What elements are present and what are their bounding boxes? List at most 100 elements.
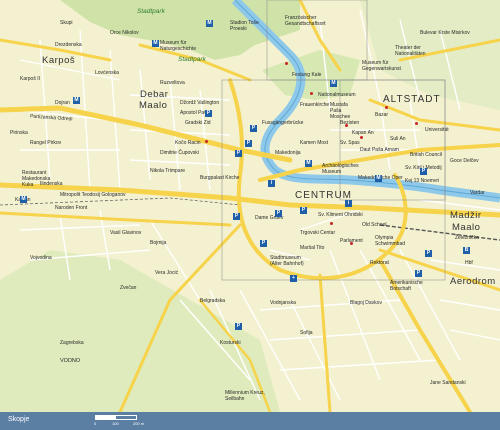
label-vodnjanska: Vodnjanska [270, 300, 296, 306]
scale-label-100: 100 [112, 421, 119, 426]
museum-icon[interactable]: M [73, 97, 80, 104]
parking-icon[interactable]: P [300, 207, 307, 214]
label-vojvodina: Vojvodina [30, 255, 52, 261]
park-label-stadtpark: Stadtpark [137, 8, 165, 15]
label-mustafa-pasa: Mustafa Paša Moschee [330, 102, 351, 120]
parking-icon[interactable]: P [275, 210, 282, 217]
district-debar-maalo: Debar [140, 89, 169, 100]
label-blagoj: Blagoj Davkov [350, 300, 382, 306]
parking-icon[interactable]: P [420, 168, 427, 175]
museum-icon[interactable]: M [375, 175, 382, 182]
label-rangelov: Rangel Pirkov [30, 140, 62, 146]
label-bezisten: Bezisten [340, 120, 360, 126]
label-jane: Jane Sandanski [430, 380, 466, 386]
label-theater: Theater der Nationalitäten [395, 45, 426, 57]
poi-marker[interactable] [345, 124, 348, 127]
label-macedonia: Makedonija [275, 150, 301, 156]
poi-marker[interactable] [205, 140, 208, 143]
label-old-school: Old School [362, 222, 387, 228]
map-title: Skopje [8, 416, 30, 423]
label-zagrebska: Zagrebska [60, 340, 84, 346]
label-buerg-kirche: Burgpalast Kirche [200, 175, 240, 181]
parking-icon[interactable]: P [245, 140, 252, 147]
bus-icon[interactable]: B [463, 247, 470, 254]
label-bulevar: Bulevar Krste Misirkov [420, 30, 470, 36]
poi-marker[interactable] [310, 92, 313, 95]
label-amerika: Amerikanische Botschaft [390, 280, 423, 292]
info-icon[interactable]: i [345, 200, 352, 207]
road-vasil [0, 211, 232, 227]
label-daut-pasa: Daut Paša Amam [360, 147, 399, 153]
label-gradski: Gradski Zid [185, 120, 211, 126]
museum-icon[interactable]: M [152, 40, 159, 47]
vodno-green [0, 250, 280, 412]
poi-marker[interactable] [330, 222, 333, 225]
label-rektorat: Rektorat [370, 260, 389, 266]
park-label-stadtpark-2: Stadtpark [178, 56, 206, 63]
label-universitaet: Universität [425, 127, 449, 133]
poi-marker[interactable] [285, 62, 288, 65]
label-vardar: Vardar [470, 190, 485, 196]
label-bazar: Bazar [375, 112, 389, 118]
parking-icon[interactable]: P [235, 150, 242, 157]
label-stadion: Stadion Toše Proeski [230, 20, 259, 32]
label-naroden-front: Naroden Front [55, 205, 88, 211]
poi-marker[interactable] [385, 106, 388, 109]
parking-icon[interactable]: P [415, 270, 422, 277]
district-vodno: VODNO [60, 358, 81, 364]
district-madzir-maalo: Madžir [450, 210, 482, 221]
label-archaeologisch: Archäologisches Museum [322, 163, 359, 175]
label-suli-an: Suli An [390, 136, 406, 142]
label-sofija: Sofija [300, 330, 313, 336]
label-karpos-ii: Karpoš II [20, 76, 41, 82]
poi-marker[interactable] [360, 136, 363, 139]
district-aerodrom: Aerodrom [450, 276, 496, 287]
label-museum-gegenwartskunst: Museum für Gegenwartskunst [362, 60, 401, 72]
museum-icon[interactable]: M [206, 20, 213, 27]
label-lovcen: Lovćenska [95, 70, 119, 76]
district-debar-maalo-2: Maalo [139, 100, 168, 111]
label-tito: Maršal Tito [300, 245, 325, 251]
label-ruzveltova: Ruzveltova [160, 80, 185, 86]
label-franz-gesandtschaft: Französischer Gesandtschaftsort [285, 15, 326, 27]
label-kamen-most: Kamen Most [300, 140, 329, 146]
parking-icon[interactable]: P [250, 125, 257, 132]
map-canvas[interactable]: Karpoš Debar Maalo ALTSTADT CENTRUM Madž… [0, 0, 500, 430]
label-zelezna: Železnička [455, 235, 479, 241]
label-nationalmuseum: Nationalmuseum [318, 92, 356, 98]
label-nikola: Nikola Trimpare [150, 168, 186, 174]
parking-icon[interactable]: P [425, 250, 432, 257]
parking-icon[interactable]: P [233, 213, 240, 220]
label-sv-spas: Sv. Spas [340, 140, 360, 146]
label-drezdenska: Drezdenska [55, 42, 82, 48]
label-olympia: Olympia Schwimmbad [375, 235, 406, 247]
label-orce: Orce Nikolov [110, 30, 139, 36]
label-dimitrie: Dimitrie Čupovski [160, 150, 199, 156]
label-vera: Vera Jocić [155, 270, 179, 276]
road-bulevar [318, 273, 332, 414]
parking-icon[interactable]: P [205, 110, 212, 117]
district-madzir-maalo-2: Maalo [452, 222, 481, 233]
scale-bar [95, 415, 137, 420]
label-pirinska: Pirinska [10, 130, 28, 136]
parking-icon[interactable]: P [260, 240, 267, 247]
info-icon[interactable]: i [268, 180, 275, 187]
label-trgovski: Trgovski Centar [300, 230, 336, 236]
scale-label-0: 0 [94, 421, 97, 426]
label-city-museum: Stadtmuseum (Alter Bahnhof) [270, 255, 304, 267]
label-goce-delcev: Goce Delčev [450, 158, 479, 164]
district-karpos: Karpoš [42, 55, 76, 66]
church-icon[interactable]: + [290, 275, 297, 282]
label-dojran: Dojran [55, 100, 70, 106]
poi-marker[interactable] [415, 122, 418, 125]
label-kosturski: Kosturski [220, 340, 241, 346]
post-icon[interactable]: P [235, 323, 242, 330]
poi-marker[interactable] [350, 242, 353, 245]
label-kej: Kej 13 Noemvri [405, 178, 440, 184]
museum-icon[interactable]: M [20, 196, 27, 203]
museum-icon[interactable]: M [330, 80, 337, 87]
label-zvecan: Zvečan [120, 285, 137, 291]
museum-icon[interactable]: M [305, 160, 312, 167]
label-festung: Festung Kale [292, 72, 322, 78]
district-altstadt: ALTSTADT [383, 94, 441, 105]
